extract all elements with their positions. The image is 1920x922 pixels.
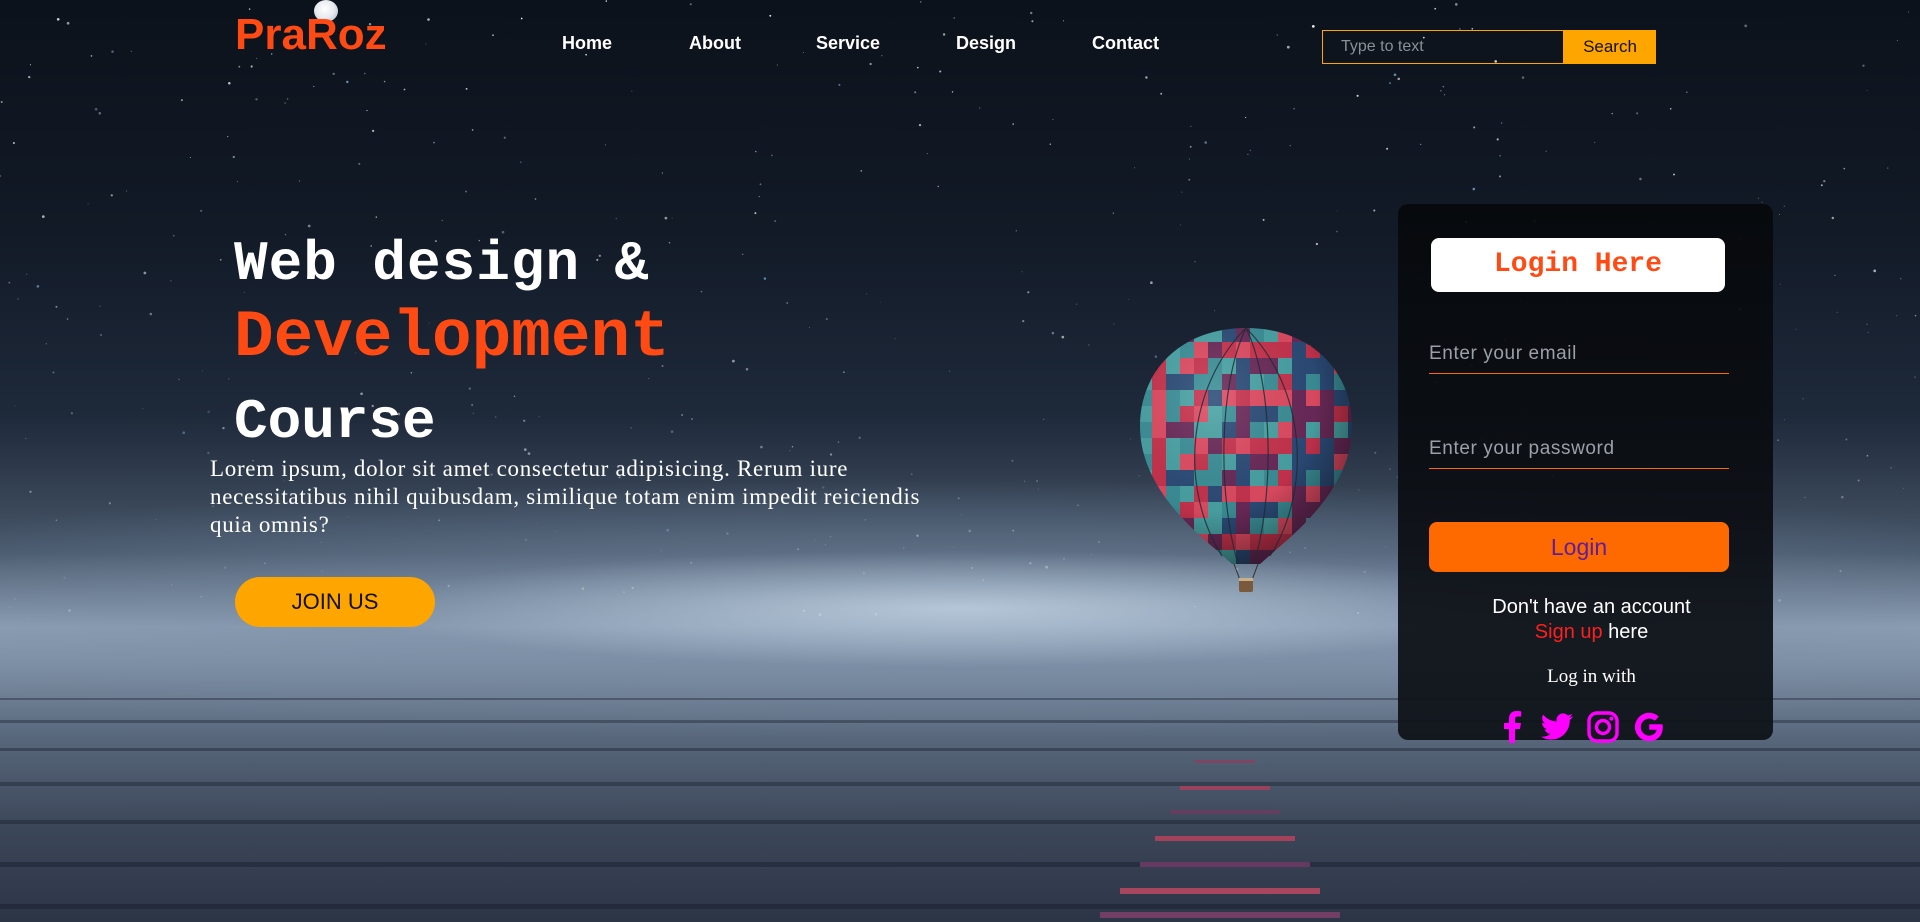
hero-title-line-1: Web design & <box>234 232 650 296</box>
signup-line: Sign up here <box>1398 621 1773 644</box>
search-input[interactable] <box>1322 30 1564 64</box>
no-account-text: Don't have an account <box>1492 596 1691 618</box>
twitter-icon[interactable] <box>1540 710 1574 744</box>
facebook-icon[interactable] <box>1496 710 1530 744</box>
search-button[interactable]: Search <box>1564 30 1656 64</box>
nav-home[interactable]: Home <box>562 33 612 54</box>
password-field[interactable] <box>1429 429 1729 469</box>
signup-suffix: here <box>1602 621 1649 643</box>
hero-title-line-3: Course <box>234 390 436 454</box>
join-us-button[interactable]: JOIN US <box>235 577 435 627</box>
nav-about[interactable]: About <box>689 33 741 54</box>
hero-title-line-2: Development <box>234 300 670 375</box>
signup-link[interactable]: Sign up <box>1535 621 1603 643</box>
login-with-text: Log in with <box>1547 666 1636 687</box>
login-card-title: Login Here <box>1431 238 1725 292</box>
google-icon[interactable] <box>1632 710 1666 744</box>
instagram-icon[interactable] <box>1586 710 1620 744</box>
hero-paragraph: Lorem ipsum, dolor sit amet consectetur … <box>210 456 921 537</box>
nav-contact[interactable]: Contact <box>1092 33 1159 54</box>
login-button[interactable]: Login <box>1429 522 1729 572</box>
login-card: Login Here Login Don't have an account S… <box>1398 204 1773 743</box>
email-field[interactable] <box>1429 334 1729 374</box>
nav-design[interactable]: Design <box>956 33 1016 54</box>
hot-air-balloon-illustration <box>1140 327 1352 592</box>
nav-service[interactable]: Service <box>816 33 880 54</box>
